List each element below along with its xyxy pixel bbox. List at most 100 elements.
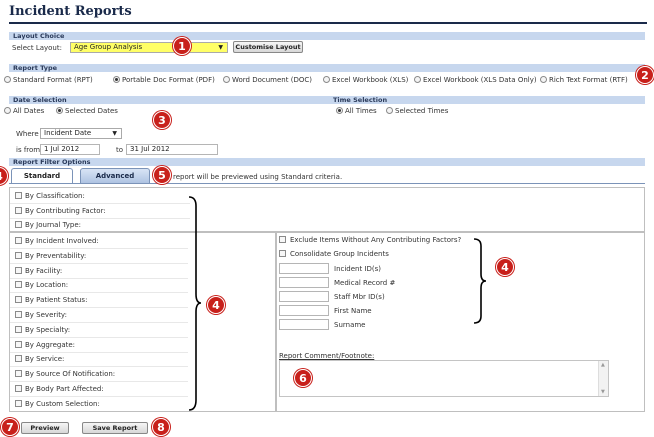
radio-rpt-label: Standard Format (RPT) — [13, 76, 93, 84]
divider — [10, 248, 188, 249]
filter-checkbox[interactable] — [15, 370, 22, 377]
filter-label: By Severity: — [25, 311, 67, 319]
divider — [10, 263, 188, 264]
filter-checkbox[interactable] — [15, 237, 22, 244]
radio-selected-times[interactable] — [386, 107, 393, 114]
filter-contributing-factor-label: By Contributing Factor: — [25, 207, 106, 215]
filter-text-input[interactable] — [279, 291, 329, 302]
filter-label: By Preventability: — [25, 252, 87, 260]
radio-doc-label: Word Document (DOC) — [232, 76, 312, 84]
checkbox-consolidate-groups[interactable] — [279, 250, 286, 257]
radio-selected-dates[interactable] — [56, 107, 63, 114]
from-date-input[interactable]: 1 Jul 2012 — [40, 144, 100, 155]
right-brace-icon — [473, 238, 487, 324]
radio-all-dates[interactable] — [4, 107, 11, 114]
tab-baseline — [9, 183, 645, 184]
radio-all-times-label: All Times — [345, 107, 377, 115]
filter-checkbox[interactable] — [15, 252, 22, 259]
scroll-up-icon[interactable]: ▲ — [601, 362, 605, 368]
radio-xls[interactable] — [323, 76, 330, 83]
title-divider — [9, 22, 647, 24]
preview-note: report will be previewed using Standard … — [173, 173, 343, 181]
filter-text-input[interactable] — [279, 277, 329, 288]
date-field-value: Incident Date — [44, 129, 92, 137]
filter-label: By Specialty: — [25, 326, 71, 334]
select-layout-label: Select Layout: — [12, 44, 62, 52]
callout-badge-8: 8 — [152, 418, 170, 436]
checkbox-journal-type[interactable] — [15, 221, 22, 228]
tab-advanced[interactable]: Advanced — [80, 168, 150, 183]
callout-badge-6: 6 — [294, 369, 312, 387]
comment-scrollbar[interactable]: ▲ ▼ — [598, 361, 608, 396]
radio-pdf[interactable] — [113, 76, 120, 83]
filter-label: By Source Of Notification: — [25, 370, 116, 378]
consolidate-groups-label: Consolidate Group Incidents — [290, 250, 389, 258]
exclude-items-label: Exclude Items Without Any Contributing F… — [290, 236, 462, 244]
left-brace-icon — [188, 196, 202, 411]
radio-rpt[interactable] — [4, 76, 11, 83]
filter-field-label: Staff Mbr ID(s) — [334, 293, 385, 301]
filter-label: By Patient Status: — [25, 296, 88, 304]
preview-button[interactable]: Preview — [21, 422, 69, 434]
to-date-input[interactable]: 31 Jul 2012 — [126, 144, 218, 155]
radio-pdf-label: Portable Doc Format (PDF) — [122, 76, 215, 84]
filter-label: By Incident Involved: — [25, 237, 99, 245]
filter-checkbox[interactable] — [15, 355, 22, 362]
divider — [10, 381, 188, 382]
radio-rtf[interactable] — [540, 76, 547, 83]
tab-standard[interactable]: Standard — [11, 168, 73, 183]
radio-selected-dates-label: Selected Dates — [65, 107, 118, 115]
filter-checkbox[interactable] — [15, 281, 22, 288]
filter-field-label: Medical Record # — [334, 279, 396, 287]
radio-doc[interactable] — [223, 76, 230, 83]
filter-checkbox[interactable] — [15, 296, 22, 303]
filter-field-label: Incident ID(s) — [334, 265, 382, 273]
callout-badge-5: 5 — [153, 166, 171, 184]
checkbox-contributing-factor[interactable] — [15, 207, 22, 214]
filter-journal-type-label: By Journal Type: — [25, 221, 82, 229]
filter-checkbox[interactable] — [15, 267, 22, 274]
radio-all-times[interactable] — [336, 107, 343, 114]
date-selection-header: Date Selection — [13, 96, 67, 104]
filter-text-input[interactable] — [279, 305, 329, 316]
comment-textarea[interactable]: ▲ ▼ — [279, 360, 609, 397]
callout-badge-7: 7 — [1, 418, 19, 436]
divider — [10, 307, 188, 308]
is-from-label: is from — [16, 146, 41, 154]
filter-checkbox[interactable] — [15, 385, 22, 392]
divider — [10, 396, 188, 397]
filter-label: By Service: — [25, 355, 65, 363]
filter-checkbox[interactable] — [15, 400, 22, 407]
filter-label: By Aggregate: — [25, 341, 76, 349]
radio-xls-data[interactable] — [414, 76, 421, 83]
divider — [10, 278, 188, 279]
to-label: to — [116, 146, 124, 154]
filter-label: By Facility: — [25, 267, 63, 275]
scroll-down-icon[interactable]: ▼ — [601, 389, 605, 395]
save-report-button[interactable]: Save Report — [82, 422, 148, 434]
layout-select[interactable]: Age Group Analysis ▼ — [70, 42, 228, 53]
radio-all-dates-label: All Dates — [13, 107, 45, 115]
filter-checkbox[interactable] — [15, 311, 22, 318]
divider — [10, 218, 190, 219]
filter-checkbox[interactable] — [15, 326, 22, 333]
divider — [10, 366, 188, 367]
filter-label: By Body Part Affected: — [25, 385, 104, 393]
callout-badge-4-right: 4 — [496, 258, 514, 276]
callout-badge-4-tabs: 4 — [0, 167, 8, 185]
filter-checkbox[interactable] — [15, 341, 22, 348]
filter-options-header: Report Filter Options — [9, 158, 645, 166]
customise-layout-button[interactable]: Customise Layout — [233, 41, 303, 53]
filter-classification-label: By Classification: — [25, 192, 85, 200]
filter-text-input[interactable] — [279, 319, 329, 330]
divider — [10, 322, 188, 323]
date-field-select[interactable]: Incident Date ▼ — [40, 128, 122, 139]
filter-text-input[interactable] — [279, 263, 329, 274]
checkbox-exclude-items[interactable] — [279, 236, 286, 243]
radio-xls-label: Excel Workbook (XLS) — [332, 76, 409, 84]
callout-badge-3: 3 — [153, 111, 171, 129]
checkbox-classification[interactable] — [15, 192, 22, 199]
filter-label: By Custom Selection: — [25, 400, 100, 408]
layout-choice-header: Layout Choice — [9, 32, 645, 40]
page-title: Incident Reports — [9, 4, 132, 19]
